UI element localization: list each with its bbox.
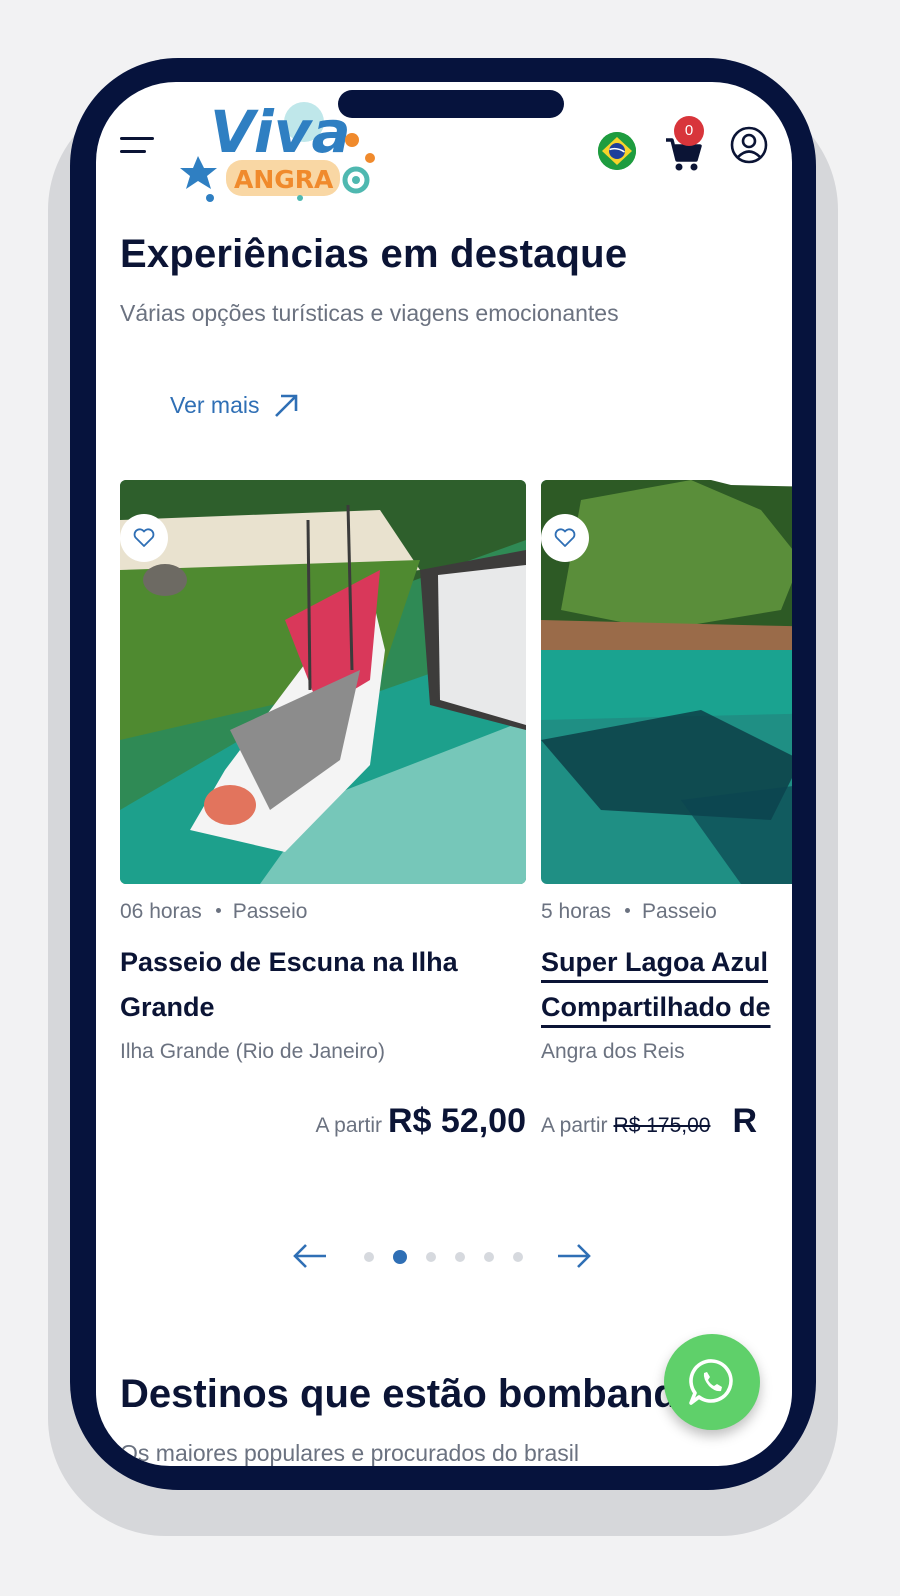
card-price-row: A partir R$ 52,00 — [315, 1102, 526, 1141]
destinations-subtitle: Os maiores populares e procurados do bra… — [120, 1440, 579, 1466]
svg-text:Viva: Viva — [210, 98, 351, 166]
card-meta: 06 horas Passeio — [120, 900, 307, 924]
card-old-price: R$ 175,00 — [613, 1114, 711, 1137]
price-from-label: A partir — [315, 1114, 382, 1137]
card-title[interactable]: Super Lagoa Azul Compartilhado de — [541, 940, 792, 1030]
section-title: Experiências em destaque — [120, 232, 628, 276]
card-category: Passeio — [232, 900, 308, 923]
schooner-boat-photo[interactable] — [120, 480, 526, 884]
card-meta: 5 horas Passeio — [541, 900, 717, 924]
app-screen: Viva ANGRA 0 Experiências em destaque Vá… — [96, 82, 792, 1466]
arrow-up-right-icon — [275, 394, 298, 417]
carousel-dots — [364, 1250, 542, 1264]
card-category: Passeio — [642, 900, 717, 923]
see-more-label: Ver mais — [170, 392, 260, 418]
card-title-line: Compartilhado de — [541, 992, 771, 1022]
card-price-row: A partir R$ 175,00 R — [541, 1102, 757, 1141]
carousel-dot[interactable] — [484, 1252, 494, 1262]
card-duration: 06 horas — [120, 900, 202, 923]
card-location: Angra dos Reis — [541, 1040, 685, 1063]
destinations-title: Destinos que estão bombando — [120, 1372, 703, 1416]
carousel-dot-active[interactable] — [393, 1250, 407, 1264]
favorite-heart-icon[interactable] — [541, 514, 589, 562]
card-price: R — [732, 1102, 758, 1140]
arrow-left-icon[interactable] — [292, 1242, 328, 1270]
card-location: Ilha Grande (Rio de Janeiro) — [120, 1040, 385, 1063]
experience-card[interactable]: 06 horas Passeio Passeio de Escuna na Ilh… — [120, 480, 526, 1140]
whatsapp-button[interactable] — [664, 1334, 760, 1430]
blue-lagoon-photo[interactable] — [541, 480, 792, 884]
phone-notch — [338, 90, 564, 118]
card-title[interactable]: Passeio de Escuna na Ilha Grande — [120, 940, 480, 1030]
price-from-label: A partir — [541, 1114, 608, 1137]
card-title-line: Super Lagoa Azul — [541, 947, 769, 977]
carousel-dot[interactable] — [364, 1252, 374, 1262]
arrow-right-icon[interactable] — [556, 1242, 592, 1270]
section-subtitle: Várias opções turísticas e viagens emoci… — [120, 300, 619, 326]
menu-icon[interactable] — [120, 137, 154, 157]
carousel-dot[interactable] — [455, 1252, 465, 1262]
favorite-heart-icon[interactable] — [120, 514, 168, 562]
carousel-dot[interactable] — [426, 1252, 436, 1262]
card-price: R$ 52,00 — [388, 1102, 526, 1140]
card-duration: 5 horas — [541, 900, 612, 923]
see-more-link[interactable]: Ver mais — [170, 392, 299, 419]
user-icon[interactable] — [730, 126, 768, 164]
cart-count-badge: 0 — [674, 116, 704, 146]
svg-text:ANGRA: ANGRA — [234, 165, 334, 194]
whatsapp-icon — [689, 1359, 733, 1405]
carousel-dot[interactable] — [513, 1252, 523, 1262]
brazil-flag-icon[interactable] — [598, 132, 636, 170]
experience-card[interactable]: 5 horas Passeio Super Lagoa Azul Comparti… — [541, 480, 792, 1140]
